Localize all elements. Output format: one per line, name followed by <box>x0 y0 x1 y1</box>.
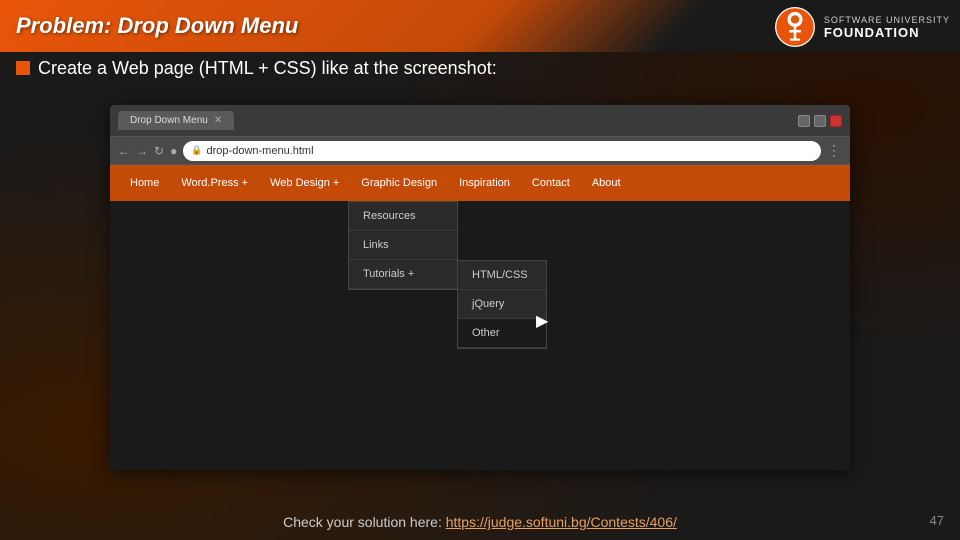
web-design-menu: Resources Links Tutorials + HTML/CSS jQu… <box>348 201 458 290</box>
sub-jquery[interactable]: jQuery <box>458 290 546 319</box>
nav-inspiration[interactable]: Inspiration <box>449 171 520 195</box>
tutorials-submenu: HTML/CSS jQuery Other ▶ <box>457 260 547 349</box>
sub-other[interactable]: Other ▶ <box>458 319 546 348</box>
nav-graphicdesign[interactable]: Graphic Design <box>351 171 447 195</box>
footer: Check your solution here: https://judge.… <box>0 514 960 530</box>
address-bar: ← → ↻ ● 🔒 drop-down-menu.html ⋮ <box>110 137 850 165</box>
logo-icon <box>774 6 816 48</box>
url-text: drop-down-menu.html <box>207 145 314 157</box>
browser-controls <box>798 115 842 127</box>
maximize-btn[interactable] <box>814 115 826 127</box>
logo-top-text: SOFTWARE UNIVERSITY <box>824 15 950 25</box>
bullet-section: Create a Web page (HTML + CSS) like at t… <box>16 58 950 79</box>
home-btn[interactable]: ● <box>170 144 177 158</box>
browser-content: Home Word.Press + Web Design + Graphic D… <box>110 165 850 470</box>
forward-btn[interactable]: → <box>136 144 148 158</box>
nav-home[interactable]: Home <box>120 171 169 195</box>
logo-text: SOFTWARE UNIVERSITY FOUNDATION <box>824 15 950 40</box>
nav-webdesign[interactable]: Web Design + <box>260 171 349 195</box>
browser-mockup: Drop Down Menu ✕ ← → ↻ ● 🔒 drop-down-men… <box>110 105 850 470</box>
nav-contact[interactable]: Contact <box>522 171 580 195</box>
close-btn[interactable] <box>830 115 842 127</box>
sub-htmlcss[interactable]: HTML/CSS <box>458 261 546 290</box>
web-design-dropdown: Resources Links Tutorials + HTML/CSS jQu… <box>348 201 458 290</box>
footer-text: Check your solution here: <box>283 514 446 530</box>
back-btn[interactable]: ← <box>118 144 130 158</box>
page-title: Problem: Drop Down Menu <box>16 13 298 39</box>
nav-bar: Home Word.Press + Web Design + Graphic D… <box>110 165 850 201</box>
lock-icon: 🔒 <box>191 145 202 156</box>
footer-link[interactable]: https://judge.softuni.bg/Contests/406/ <box>446 514 677 530</box>
bullet-text: Create a Web page (HTML + CSS) like at t… <box>38 58 497 79</box>
menu-dots-btn[interactable]: ⋮ <box>827 142 842 159</box>
menu-tutorials[interactable]: Tutorials + HTML/CSS jQuery Other ▶ <box>349 260 457 289</box>
nav-wordpress[interactable]: Word.Press + <box>171 171 258 195</box>
logo-bottom-text: FOUNDATION <box>824 25 920 40</box>
browser-tab[interactable]: Drop Down Menu ✕ <box>118 111 234 130</box>
refresh-btn[interactable]: ↻ <box>154 144 164 158</box>
bullet-icon <box>16 61 30 75</box>
cursor-icon: ▶ <box>536 311 550 329</box>
browser-chrome: Drop Down Menu ✕ <box>110 105 850 137</box>
tab-close-icon[interactable]: ✕ <box>214 115 222 126</box>
menu-links[interactable]: Links <box>349 231 457 260</box>
menu-resources[interactable]: Resources <box>349 202 457 231</box>
tab-label: Drop Down Menu <box>130 115 208 126</box>
slide-number: 47 <box>930 513 944 528</box>
url-box[interactable]: 🔒 drop-down-menu.html <box>183 141 821 161</box>
minimize-btn[interactable] <box>798 115 810 127</box>
logo-area: SOFTWARE UNIVERSITY FOUNDATION <box>774 6 950 48</box>
nav-about[interactable]: About <box>582 171 631 195</box>
